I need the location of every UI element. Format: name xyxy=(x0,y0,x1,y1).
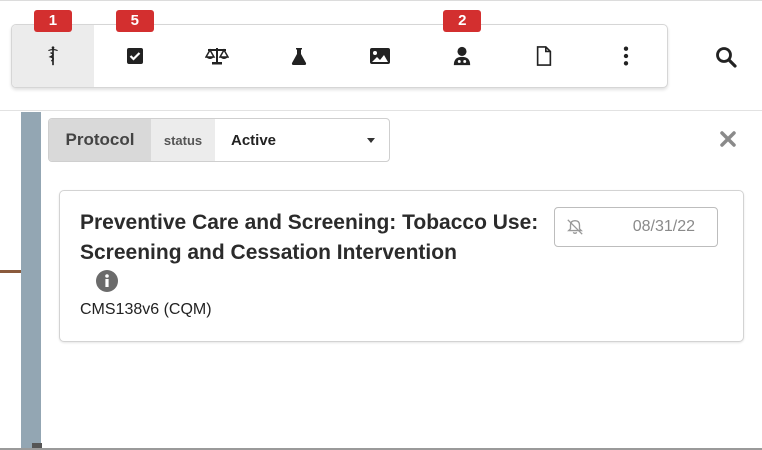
badge-count: 1 xyxy=(33,10,72,32)
image-icon xyxy=(370,48,391,64)
toolbar: 1 5 2 xyxy=(11,10,668,88)
toolbar-doctor-button[interactable]: 2 xyxy=(421,10,503,87)
badge-count: 5 xyxy=(115,10,154,32)
caduceus-icon xyxy=(47,46,58,66)
toolbar-more-button[interactable] xyxy=(585,25,667,87)
due-date-chip[interactable]: 08/31/22 xyxy=(554,207,718,247)
scale-icon xyxy=(204,48,229,65)
filter-sublabel: status xyxy=(151,119,215,161)
status-select[interactable]: Active xyxy=(215,119,389,161)
toolbar-checkbox-button[interactable]: 5 xyxy=(94,10,176,87)
flask-icon xyxy=(291,48,306,65)
more-vertical-icon xyxy=(623,46,629,66)
toolbar-scale-button[interactable] xyxy=(176,25,258,87)
left-panel-marker xyxy=(0,270,21,273)
toolbar-document-button[interactable] xyxy=(503,25,585,87)
info-icon[interactable] xyxy=(95,269,119,293)
protocol-card[interactable]: Preventive Care and Screening: Tobacco U… xyxy=(59,190,744,342)
close-button[interactable] xyxy=(717,128,739,150)
top-border xyxy=(0,0,762,1)
left-panel-strip xyxy=(21,112,41,450)
close-icon xyxy=(720,131,736,147)
search-button[interactable] xyxy=(713,44,739,70)
caret-down-icon xyxy=(367,137,375,143)
bell-slash-icon xyxy=(555,218,595,236)
protocol-code: CMS138v6 (CQM) xyxy=(80,301,212,318)
toolbar-flask-button[interactable] xyxy=(258,25,340,87)
toolbar-image-button[interactable] xyxy=(340,25,422,87)
protocol-status-filter: Protocol status Active xyxy=(48,118,390,162)
badge-count: 2 xyxy=(443,10,482,32)
filter-label: Protocol xyxy=(49,119,151,161)
search-icon xyxy=(716,47,737,68)
due-date: 08/31/22 xyxy=(632,218,695,235)
checkbox-icon xyxy=(126,48,143,64)
toolbar-caduceus-button[interactable]: 1 xyxy=(12,10,94,87)
doctor-icon xyxy=(454,46,471,66)
document-icon xyxy=(537,46,552,66)
status-selected-value: Active xyxy=(231,131,277,149)
protocol-title: Preventive Care and Screening: Tobacco U… xyxy=(80,211,539,264)
header-divider xyxy=(0,110,762,111)
